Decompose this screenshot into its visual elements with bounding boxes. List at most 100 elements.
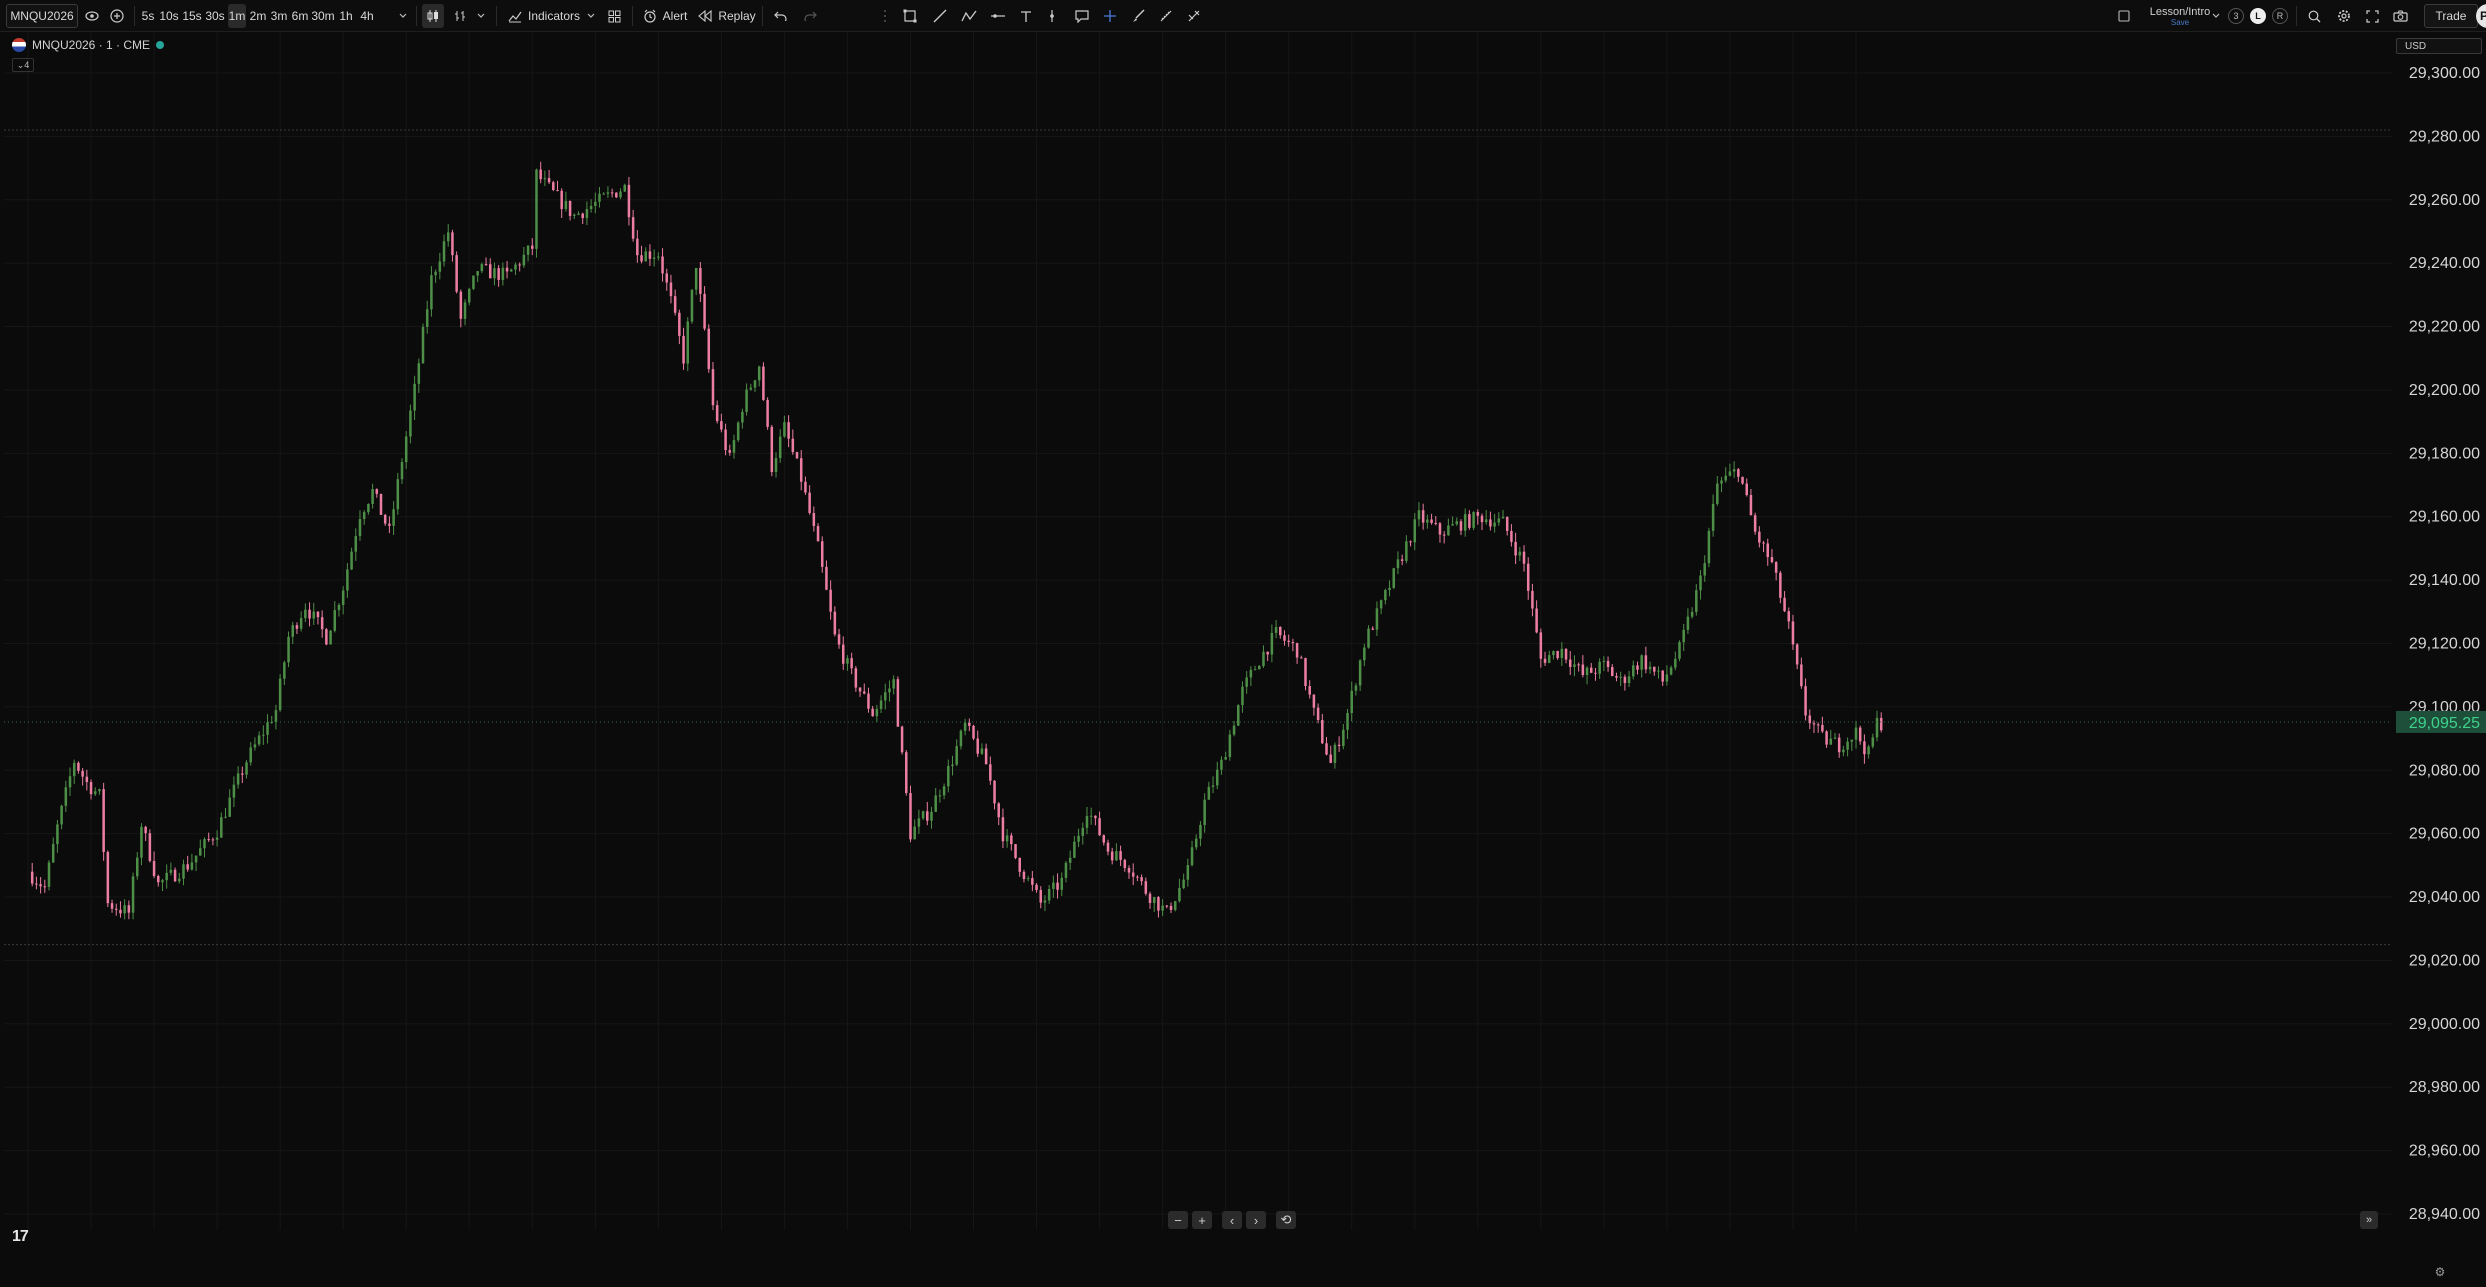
candle-body: [1245, 677, 1248, 687]
candle-body: [463, 302, 467, 319]
pill-c[interactable]: R: [2272, 8, 2288, 24]
scale-settings-gear-icon[interactable]: ⚙: [2432, 1264, 2448, 1280]
trendline-tool-icon[interactable]: [930, 4, 950, 28]
candle-body: [1123, 859, 1127, 868]
candle-body: [329, 630, 332, 645]
price-chart[interactable]: 28,940.00 28,960.00 28,980.00 29,000.00 29,0…: [0, 32, 2486, 1262]
layout-name-button[interactable]: Lesson/Intro Save: [2140, 4, 2220, 28]
templates-grid-icon[interactable]: [604, 4, 624, 28]
crosshair-tool-icon[interactable]: [1100, 4, 1120, 28]
zoom-out-button[interactable]: −: [1168, 1211, 1188, 1229]
redo-icon[interactable]: [800, 4, 820, 28]
reset-chart-button[interactable]: ⟲: [1276, 1211, 1296, 1229]
interval-30m[interactable]: 30m: [311, 4, 334, 28]
brush-tool-icon[interactable]: [1128, 4, 1148, 28]
horizontal-ray-tool-icon[interactable]: [988, 4, 1008, 28]
interval-6m[interactable]: 6m: [291, 4, 309, 28]
candle-body: [308, 609, 311, 619]
candle-body: [1400, 559, 1404, 561]
interval-3m[interactable]: 3m: [270, 4, 288, 28]
candle-body: [350, 551, 353, 570]
candle-body: [404, 436, 408, 463]
camera-snapshot-icon[interactable]: [2390, 4, 2410, 28]
candle-body: [577, 213, 580, 215]
candles-chart-type-icon[interactable]: [422, 4, 444, 28]
candle-body: [1867, 746, 1870, 755]
candle-body: [808, 492, 811, 514]
chart-legend[interactable]: MNQU2026 · 1 · CME: [12, 38, 165, 52]
interval-30s[interactable]: 30s: [205, 4, 225, 28]
vertical-line-tool-icon[interactable]: [1044, 4, 1060, 28]
legend-collapse-chevron-icon[interactable]: ⌄4: [12, 58, 34, 72]
magnet-tool-icon[interactable]: [1184, 4, 1204, 28]
pill-b[interactable]: L: [2250, 8, 2266, 24]
interval-10s[interactable]: 10s: [159, 4, 179, 28]
price-axis-label: 29,060.00: [2409, 826, 2480, 843]
candle-body: [846, 658, 849, 664]
indicators-button[interactable]: Indicators: [504, 4, 584, 28]
candle-body: [1741, 476, 1744, 484]
drag-handle-icon[interactable]: [880, 4, 890, 28]
add-symbol-icon[interactable]: [108, 4, 126, 28]
candle-body: [619, 191, 622, 198]
trade-button[interactable]: Trade: [2424, 4, 2478, 28]
candle-body: [896, 679, 900, 727]
indicators-chevron-icon[interactable]: [584, 4, 598, 28]
currency-selector[interactable]: USD: [2396, 38, 2482, 54]
ruler-tool-icon[interactable]: [1156, 4, 1176, 28]
candle-body: [682, 335, 685, 364]
price-axis-label: 29,300.00: [2409, 65, 2480, 82]
candle-body: [1623, 676, 1627, 683]
candle-body: [841, 644, 845, 664]
go-to-realtime-button[interactable]: »: [2360, 1211, 2378, 1229]
callout-tool-icon[interactable]: [1072, 4, 1092, 28]
chart-type-chevron-icon[interactable]: [474, 4, 488, 28]
candle-body: [388, 523, 391, 526]
eye-icon[interactable]: [84, 4, 100, 28]
candle-body: [1879, 717, 1883, 731]
fullscreen-icon[interactable]: [2362, 4, 2382, 28]
bars-chart-type-icon[interactable]: [450, 4, 470, 28]
settings-gear-icon[interactable]: [2334, 4, 2354, 28]
candle-body: [1119, 851, 1122, 860]
candle-body: [938, 795, 942, 797]
pill-a[interactable]: 3: [2228, 8, 2244, 24]
interval-1h[interactable]: 1h: [337, 4, 355, 28]
price-axis[interactable]: 28,940.00 28,960.00 28,980.00 29,000.00 29,0…: [2409, 32, 2480, 1223]
candle-body: [753, 380, 757, 388]
layout-chevron-icon[interactable]: [2210, 4, 2222, 28]
interval-2m[interactable]: 2m: [249, 4, 267, 28]
zoom-in-button[interactable]: +: [1192, 1211, 1212, 1229]
interval-5s[interactable]: 5s: [140, 4, 156, 28]
candle-body: [106, 851, 110, 904]
candle-body: [1484, 519, 1488, 523]
text-tool-icon[interactable]: [1016, 4, 1036, 28]
candle-body: [560, 190, 563, 210]
tradingview-logo[interactable]: 17: [12, 1228, 29, 1246]
candle-body: [636, 238, 639, 256]
candle-body: [1325, 743, 1328, 755]
candle-body: [1451, 524, 1454, 526]
undo-icon[interactable]: [770, 4, 790, 28]
interval-15s[interactable]: 15s: [182, 4, 202, 28]
path-tool-icon[interactable]: [958, 4, 980, 28]
interval-4h[interactable]: 4h: [358, 4, 376, 28]
candle-body: [1031, 878, 1034, 885]
scroll-right-button[interactable]: ›: [1246, 1211, 1266, 1229]
candle-body: [678, 312, 681, 336]
interval-1m[interactable]: 1m: [228, 4, 246, 28]
candle-body: [1674, 658, 1677, 668]
replay-button[interactable]: Replay: [698, 4, 756, 28]
alert-button[interactable]: Alert: [640, 4, 690, 28]
quick-search-icon[interactable]: [2304, 4, 2324, 28]
candle-body: [1161, 905, 1164, 911]
candle-body: [1110, 851, 1114, 861]
interval-dropdown-chevron-icon[interactable]: [396, 4, 410, 28]
candle-body: [1699, 575, 1702, 591]
candle-body: [1308, 686, 1311, 695]
rectangle-tool-icon[interactable]: [900, 4, 920, 28]
layout-checkbox[interactable]: [2116, 4, 2132, 28]
scroll-left-button[interactable]: ‹: [1222, 1211, 1242, 1229]
candle-body: [1258, 665, 1261, 670]
symbol-search-button[interactable]: MNQU2026: [6, 4, 78, 28]
